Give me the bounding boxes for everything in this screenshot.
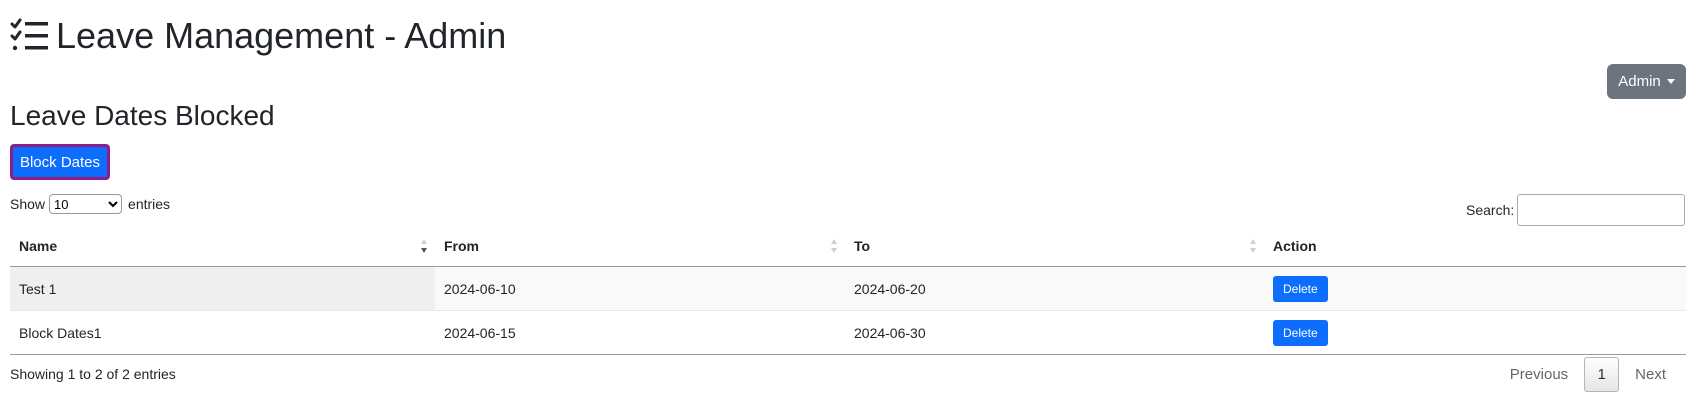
cell-name: Test 1: [10, 266, 435, 311]
show-label: Show: [10, 196, 46, 212]
sort-icon: [831, 239, 837, 253]
entries-label: entries: [128, 196, 171, 212]
column-header-action: Action: [1264, 226, 1686, 267]
next-page-button[interactable]: Next: [1619, 366, 1682, 383]
cell-name: Block Dates1: [10, 310, 435, 355]
caret-down-icon: [1666, 79, 1675, 84]
table-info: Showing 1 to 2 of 2 entries: [10, 366, 176, 382]
column-header-to-label: To: [854, 238, 871, 254]
table-row: Test 1 2024-06-10 2024-06-20 Delete: [10, 266, 1686, 311]
sort-desc-icon: [421, 239, 427, 253]
block-dates-button[interactable]: Block Dates: [10, 144, 110, 180]
entries-length-select[interactable]: 10: [49, 194, 123, 214]
pagination: Previous 1 Next: [1494, 357, 1682, 392]
delete-button[interactable]: Delete: [1273, 319, 1328, 346]
column-header-from-label: From: [444, 238, 479, 254]
search-input[interactable]: [1517, 194, 1686, 226]
column-header-from[interactable]: From: [435, 226, 845, 267]
column-header-name-label: Name: [19, 238, 58, 254]
page-title: Leave Dates Blocked: [10, 100, 275, 131]
table-row: Block Dates1 2024-06-15 2024-06-30 Delet…: [10, 310, 1686, 355]
table-header-row: Name From To Action: [10, 226, 1686, 267]
cell-action: Delete: [1264, 310, 1686, 355]
column-header-name[interactable]: Name: [10, 226, 435, 267]
column-header-action-label: Action: [1273, 238, 1317, 254]
sort-icon: [1250, 239, 1256, 253]
blocked-dates-table: Name From To Action Test 1 2024-06-10 20…: [10, 226, 1686, 355]
search-label: Search:: [1466, 202, 1515, 218]
app-title: Leave Management - Admin: [56, 15, 507, 56]
previous-page-button[interactable]: Previous: [1494, 366, 1584, 383]
admin-dropdown-label: Admin: [1618, 73, 1661, 90]
delete-button[interactable]: Delete: [1273, 275, 1328, 302]
page-number-button[interactable]: 1: [1584, 357, 1620, 392]
entries-length-control: Show 10 entries: [10, 194, 170, 214]
cell-to: 2024-06-30: [845, 310, 1264, 355]
admin-dropdown-button[interactable]: Admin: [1607, 64, 1686, 99]
cell-from: 2024-06-15: [435, 310, 845, 355]
cell-action: Delete: [1264, 266, 1686, 311]
cell-to: 2024-06-20: [845, 266, 1264, 311]
list-check-icon: [10, 18, 48, 51]
app-header: Leave Management - Admin: [10, 14, 506, 58]
search-control: Search:: [1466, 194, 1686, 226]
column-header-to[interactable]: To: [845, 226, 1264, 267]
cell-from: 2024-06-10: [435, 266, 845, 311]
